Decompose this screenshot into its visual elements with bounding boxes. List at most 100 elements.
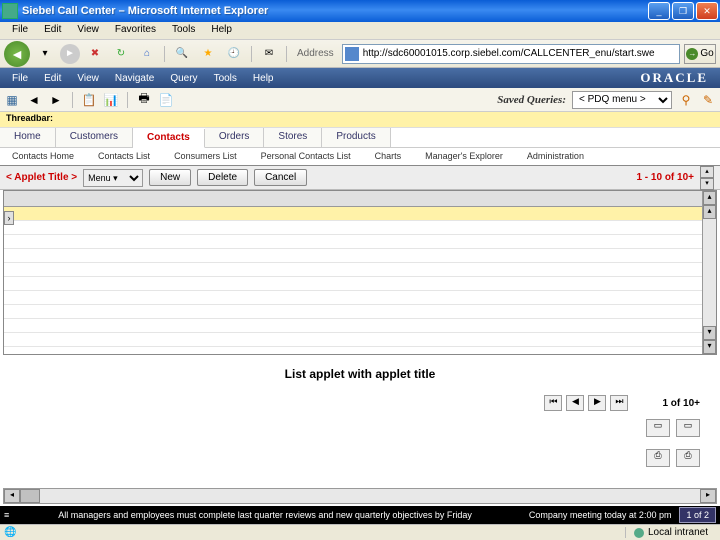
applet-menu-dropdown[interactable]: Menu ▾ bbox=[83, 169, 143, 187]
execute-query-icon[interactable]: ⚲ bbox=[678, 92, 694, 108]
form-button-2[interactable]: ▭ bbox=[676, 419, 700, 437]
ie-menu-edit[interactable]: Edit bbox=[36, 22, 69, 39]
window-titlebar: Siebel Call Center – Microsoft Internet … bbox=[0, 0, 720, 22]
address-bar[interactable]: http://sdc60001015.corp.siebel.com/CALLC… bbox=[342, 44, 680, 64]
back-button[interactable]: ◄ bbox=[4, 41, 30, 67]
back-dropdown-icon[interactable]: ▾ bbox=[34, 43, 56, 65]
window-minimize-button[interactable]: _ bbox=[648, 2, 670, 20]
go-button[interactable]: → Go bbox=[684, 44, 716, 64]
tab-home[interactable]: Home bbox=[0, 128, 56, 147]
address-label: Address bbox=[297, 48, 334, 59]
prev-record-button[interactable]: ◀ bbox=[566, 395, 584, 411]
tab-orders[interactable]: Orders bbox=[205, 128, 265, 147]
ie-menu-help[interactable]: Help bbox=[203, 22, 240, 39]
browser-menu-bar: File Edit View Favorites Tools Help bbox=[0, 22, 720, 40]
refresh-icon[interactable]: ↻ bbox=[110, 43, 132, 65]
app-menu-query[interactable]: Query bbox=[162, 73, 205, 84]
form-button-1[interactable]: ▭ bbox=[646, 419, 670, 437]
delete-button[interactable]: Delete bbox=[197, 169, 248, 186]
app-menu-view[interactable]: View bbox=[69, 73, 107, 84]
broadcast-message-1: All managers and employees must complete… bbox=[9, 510, 521, 520]
new-button[interactable]: New bbox=[149, 169, 191, 186]
vertical-scrollbar[interactable]: ▴ ▴ ▾ ▾ bbox=[702, 191, 716, 354]
app-menu-file[interactable]: File bbox=[4, 73, 36, 84]
tab-contacts[interactable]: Contacts bbox=[133, 129, 205, 148]
list-row[interactable] bbox=[4, 305, 702, 319]
list-row[interactable] bbox=[4, 277, 702, 291]
query-icon[interactable]: 📋 bbox=[81, 92, 97, 108]
ie-menu-view[interactable]: View bbox=[69, 22, 107, 39]
list-row[interactable] bbox=[4, 235, 702, 249]
horizontal-scrollbar[interactable]: ◂ ▸ bbox=[3, 488, 717, 504]
stop-icon[interactable]: ✖ bbox=[84, 43, 106, 65]
security-zone: Local intranet bbox=[625, 527, 716, 538]
app-menu-help[interactable]: Help bbox=[245, 73, 282, 84]
list-row[interactable] bbox=[4, 207, 702, 221]
message-bar: ≡ All managers and employees must comple… bbox=[0, 506, 720, 524]
scroll-left-icon[interactable]: ◂ bbox=[4, 489, 20, 503]
forward-button[interactable]: ► bbox=[60, 44, 80, 64]
chart-icon[interactable]: 📊 bbox=[103, 92, 119, 108]
browser-status-bar: 🌐 Local intranet bbox=[0, 524, 720, 540]
view-contacts-list[interactable]: Contacts List bbox=[86, 148, 162, 165]
ie-menu-file[interactable]: File bbox=[4, 22, 36, 39]
cancel-button[interactable]: Cancel bbox=[254, 169, 307, 186]
row-expander-icon[interactable]: › bbox=[4, 211, 14, 225]
mail-icon[interactable]: ✉ bbox=[258, 43, 280, 65]
form-button-4[interactable]: ⎙ bbox=[676, 449, 700, 467]
first-record-button[interactable]: ⏮ bbox=[544, 395, 562, 411]
scroll-top-icon[interactable]: ▴ bbox=[703, 191, 716, 205]
app-icon bbox=[2, 3, 18, 19]
new-query-icon[interactable]: ✎ bbox=[700, 92, 716, 108]
scroll-bottom-icon[interactable]: ▾ bbox=[703, 340, 716, 354]
app-menu-bar: File Edit View Navigate Query Tools Help… bbox=[0, 68, 720, 88]
home-icon[interactable]: ⌂ bbox=[136, 43, 158, 65]
view-contacts-home[interactable]: Contacts Home bbox=[0, 148, 86, 165]
screen-tabs: Home Customers Contacts Orders Stores Pr… bbox=[0, 128, 720, 148]
view-consumers-list[interactable]: Consumers List bbox=[162, 148, 249, 165]
collapse-icon[interactable]: ▴ bbox=[700, 166, 714, 178]
app-menu-navigate[interactable]: Navigate bbox=[107, 73, 162, 84]
list-applet: › ▴ ▴ ▾ ▾ bbox=[3, 190, 717, 355]
favorites-icon[interactable]: ★ bbox=[197, 43, 219, 65]
tab-stores[interactable]: Stores bbox=[264, 128, 322, 147]
list-row[interactable] bbox=[4, 319, 702, 333]
report-icon[interactable]: 📄 bbox=[158, 92, 174, 108]
scroll-thumb[interactable] bbox=[20, 489, 40, 503]
ie-menu-favorites[interactable]: Favorites bbox=[107, 22, 164, 39]
form-button-3[interactable]: ⎙ bbox=[646, 449, 670, 467]
forward-nav-icon[interactable]: ► bbox=[48, 92, 64, 108]
pdq-dropdown[interactable]: < PDQ menu > bbox=[572, 91, 672, 109]
view-personal-contacts[interactable]: Personal Contacts List bbox=[249, 148, 363, 165]
scroll-down-icon[interactable]: ▾ bbox=[703, 326, 716, 340]
window-close-button[interactable]: ✕ bbox=[696, 2, 718, 20]
list-row[interactable] bbox=[4, 291, 702, 305]
list-row[interactable] bbox=[4, 249, 702, 263]
sitemap-icon[interactable]: ▦ bbox=[4, 92, 20, 108]
app-menu-edit[interactable]: Edit bbox=[36, 73, 69, 84]
expand-icon[interactable]: ▾ bbox=[700, 178, 714, 190]
scroll-up-icon[interactable]: ▴ bbox=[703, 205, 716, 219]
list-header bbox=[4, 191, 702, 207]
scroll-right-icon[interactable]: ▸ bbox=[700, 489, 716, 503]
list-row[interactable] bbox=[4, 333, 702, 347]
next-record-button[interactable]: ▶ bbox=[588, 395, 606, 411]
threadbar: Threadbar: bbox=[0, 112, 720, 128]
window-title: Siebel Call Center – Microsoft Internet … bbox=[22, 5, 648, 17]
window-maximize-button[interactable]: ❐ bbox=[672, 2, 694, 20]
list-row[interactable] bbox=[4, 221, 702, 235]
ie-status-icon: 🌐 bbox=[4, 527, 16, 538]
app-menu-tools[interactable]: Tools bbox=[206, 73, 245, 84]
back-nav-icon[interactable]: ◄ bbox=[26, 92, 42, 108]
history-icon[interactable]: 🕘 bbox=[223, 43, 245, 65]
search-icon[interactable]: 🔍 bbox=[171, 43, 193, 65]
tab-products[interactable]: Products bbox=[322, 128, 390, 147]
list-row[interactable] bbox=[4, 263, 702, 277]
view-managers-explorer[interactable]: Manager's Explorer bbox=[413, 148, 515, 165]
last-record-button[interactable]: ⏭ bbox=[610, 395, 628, 411]
tab-customers[interactable]: Customers bbox=[56, 128, 133, 147]
ie-menu-tools[interactable]: Tools bbox=[164, 22, 203, 39]
view-administration[interactable]: Administration bbox=[515, 148, 596, 165]
view-charts[interactable]: Charts bbox=[363, 148, 414, 165]
print-icon[interactable]: 🖶 bbox=[136, 92, 152, 108]
